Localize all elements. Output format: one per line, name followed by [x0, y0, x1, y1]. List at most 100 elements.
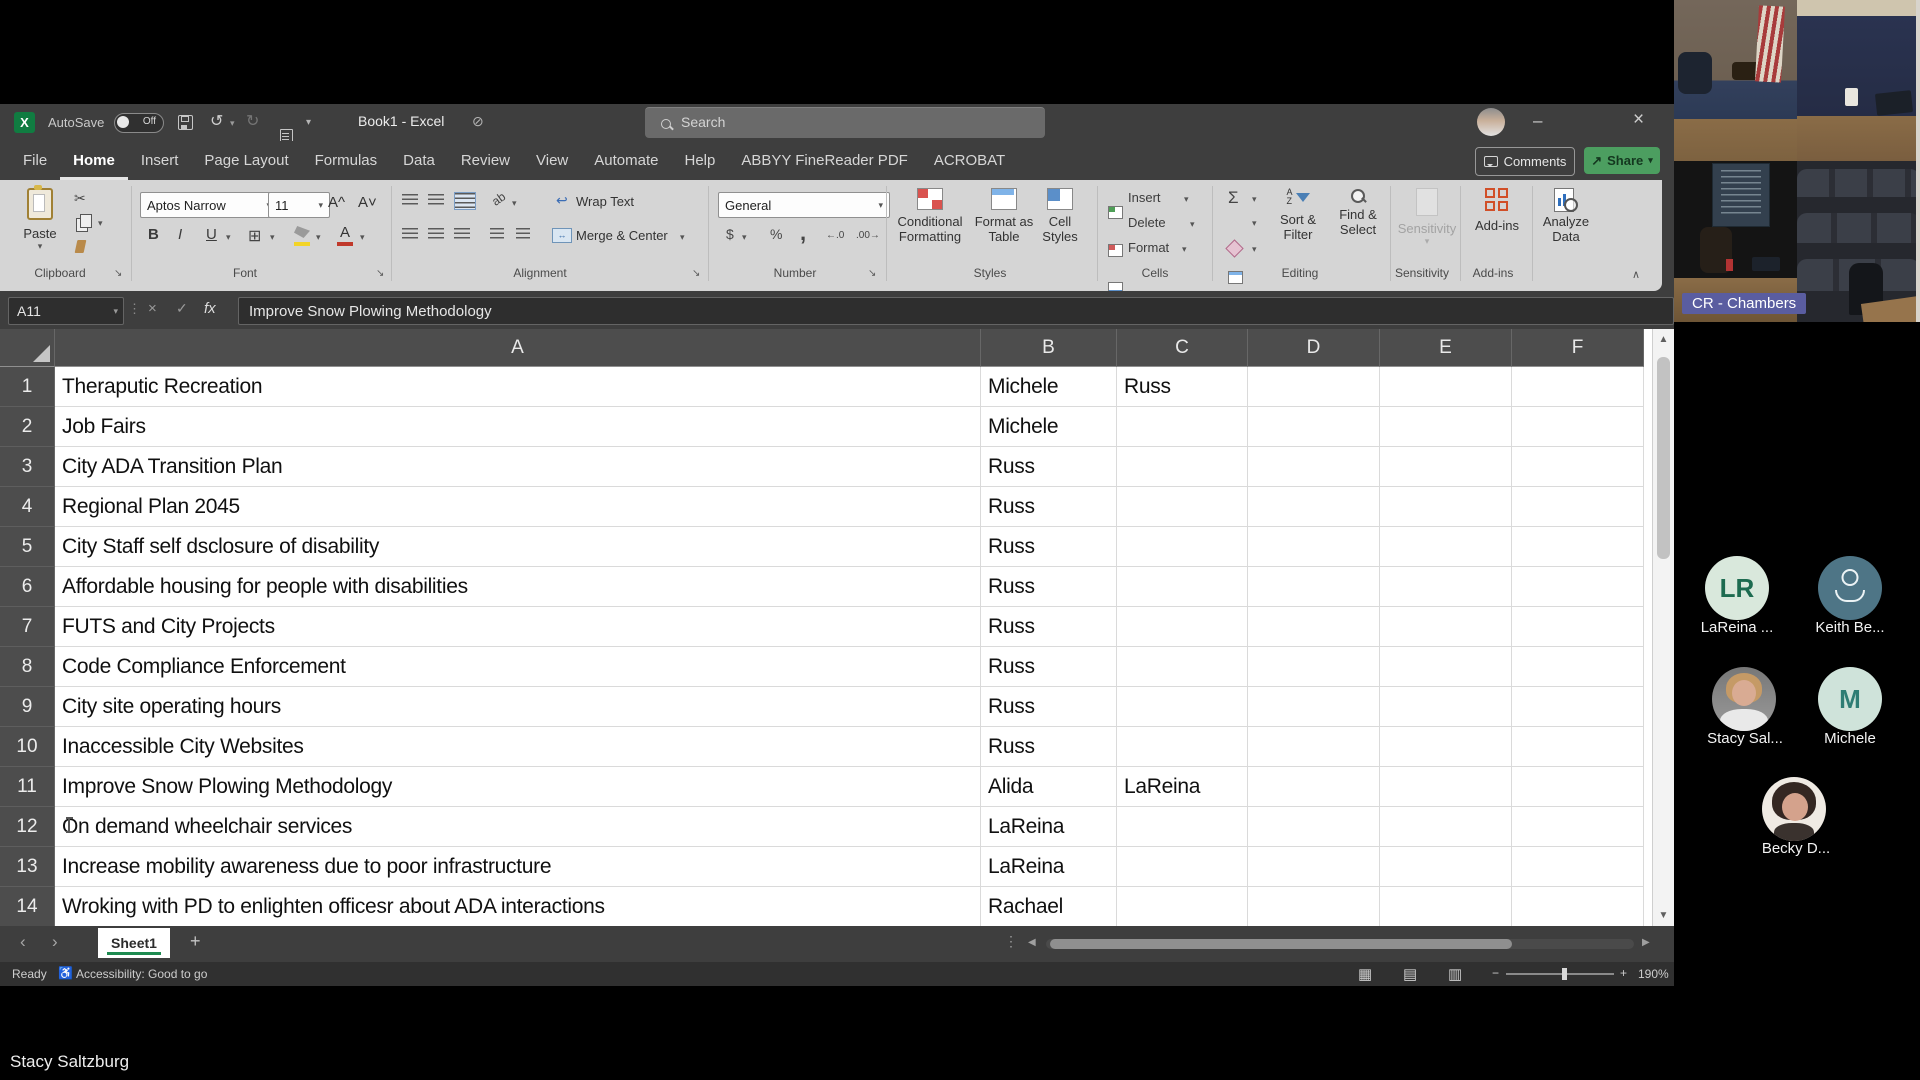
autosave-toggle[interactable]: Off: [114, 113, 164, 133]
font-color-icon[interactable]: A: [340, 224, 350, 241]
account-avatar[interactable]: [1477, 108, 1505, 136]
cell-c10[interactable]: [1117, 727, 1248, 767]
prev-sheet-icon[interactable]: ‹: [20, 932, 26, 952]
cell-d8[interactable]: [1248, 647, 1380, 687]
cell-f1[interactable]: [1512, 367, 1644, 407]
cell-c7[interactable]: [1117, 607, 1248, 647]
vertical-scrollbar[interactable]: ▲ ▼: [1652, 329, 1674, 926]
undo-icon[interactable]: ↺: [210, 111, 223, 131]
search-box[interactable]: Search: [645, 107, 1045, 138]
cell-f13[interactable]: [1512, 847, 1644, 887]
horizontal-scroll-thumb[interactable]: [1050, 939, 1512, 949]
column-header-a[interactable]: A: [55, 329, 981, 367]
fill-icon[interactable]: [1228, 271, 1243, 284]
align-middle-icon[interactable]: [428, 194, 444, 206]
cell-f11[interactable]: [1512, 767, 1644, 807]
tab-view[interactable]: View: [523, 141, 581, 180]
autosum-chevron-icon[interactable]: ▾: [1252, 194, 1257, 205]
cell-c3[interactable]: [1117, 447, 1248, 487]
copy-chevron-icon[interactable]: ▾: [98, 218, 103, 229]
row-header[interactable]: 11: [0, 767, 55, 807]
cell-a6[interactable]: Affordable housing for people with disab…: [55, 567, 981, 607]
cell-c6[interactable]: [1117, 567, 1248, 607]
zoom-in-icon[interactable]: +: [1620, 966, 1627, 980]
cell-e1[interactable]: [1380, 367, 1512, 407]
font-color-chevron-icon[interactable]: ▾: [360, 232, 365, 243]
cell-d5[interactable]: [1248, 527, 1380, 567]
cell-a7[interactable]: FUTS and City Projects: [55, 607, 981, 647]
number-dialog-launcher[interactable]: ↘: [868, 268, 876, 279]
cell-d10[interactable]: [1248, 727, 1380, 767]
page-layout-view-icon[interactable]: ▤: [1403, 965, 1417, 983]
cell-e12[interactable]: [1380, 807, 1512, 847]
italic-button[interactable]: I: [178, 226, 182, 243]
minimize-icon[interactable]: –: [1533, 111, 1542, 131]
row-header[interactable]: 12: [0, 807, 55, 847]
zoom-slider-track[interactable]: [1506, 973, 1614, 975]
cell-d6[interactable]: [1248, 567, 1380, 607]
cell-b4[interactable]: Russ: [981, 487, 1117, 527]
cell-e14[interactable]: [1380, 887, 1512, 926]
comma-style-icon[interactable]: ,: [800, 220, 806, 246]
grow-font-icon[interactable]: A^: [328, 194, 345, 211]
cell-c9[interactable]: [1117, 687, 1248, 727]
percent-icon[interactable]: %: [770, 226, 782, 242]
merge-chevron-icon[interactable]: ▾: [680, 232, 685, 243]
alignment-dialog-launcher[interactable]: ↘: [692, 268, 700, 279]
number-format-select[interactable]: General▾: [718, 192, 890, 218]
cell-a5[interactable]: City Staff self dsclosure of disability: [55, 527, 981, 567]
zoom-slider-thumb[interactable]: [1562, 968, 1567, 980]
cell-b13[interactable]: LaReina: [981, 847, 1117, 887]
row-header[interactable]: 10: [0, 727, 55, 767]
enter-entry-icon[interactable]: ✓: [176, 300, 188, 317]
cell-a2[interactable]: Job Fairs: [55, 407, 981, 447]
orientation-icon[interactable]: ab: [489, 189, 508, 208]
cell-b8[interactable]: Russ: [981, 647, 1117, 687]
cell-a11-active[interactable]: Improve Snow Plowing Methodology: [55, 767, 981, 807]
cell-c1[interactable]: Russ: [1117, 367, 1248, 407]
align-left-icon[interactable]: [402, 228, 418, 240]
cancel-entry-icon[interactable]: ×: [148, 300, 157, 317]
column-header-b[interactable]: B: [981, 329, 1117, 367]
column-header-d[interactable]: D: [1248, 329, 1380, 367]
participant-tile-lareina[interactable]: LR: [1705, 556, 1769, 620]
row-header[interactable]: 2: [0, 407, 55, 447]
insert-chevron-icon[interactable]: ▾: [1184, 194, 1189, 205]
hscroll-left-icon[interactable]: ◀: [1028, 937, 1036, 948]
cell-c11[interactable]: LaReina: [1117, 767, 1248, 807]
row-header[interactable]: 14: [0, 887, 55, 926]
cell-styles-button[interactable]: Cell Styles: [1028, 188, 1092, 244]
align-bottom-icon[interactable]: [454, 192, 476, 210]
cell-a12[interactable]: On demand wheelchair services: [55, 807, 981, 847]
fill-chevron-icon[interactable]: ▾: [1252, 218, 1257, 229]
cell-d13[interactable]: [1248, 847, 1380, 887]
addins-button[interactable]: Add-ins: [1468, 188, 1526, 233]
cell-b14[interactable]: Rachael: [981, 887, 1117, 926]
cell-e3[interactable]: [1380, 447, 1512, 487]
increase-indent-icon[interactable]: [516, 228, 530, 240]
align-center-icon[interactable]: [428, 228, 444, 240]
clear-icon[interactable]: [1225, 239, 1243, 257]
currency-icon[interactable]: $: [726, 226, 734, 242]
bold-button[interactable]: B: [148, 226, 159, 243]
borders-icon[interactable]: ⊞: [248, 226, 261, 246]
cell-c13[interactable]: [1117, 847, 1248, 887]
analyze-data-button[interactable]: Analyze Data: [1536, 188, 1596, 244]
next-sheet-icon[interactable]: ›: [52, 932, 58, 952]
cell-e7[interactable]: [1380, 607, 1512, 647]
column-header-e[interactable]: E: [1380, 329, 1512, 367]
cut-icon[interactable]: ✂: [74, 190, 86, 207]
tab-automate[interactable]: Automate: [581, 141, 671, 180]
select-all-corner[interactable]: [0, 329, 55, 367]
cell-d14[interactable]: [1248, 887, 1380, 926]
format-cells-button[interactable]: Format: [1128, 240, 1169, 255]
autosum-icon[interactable]: Σ: [1228, 188, 1239, 208]
tab-help[interactable]: Help: [671, 141, 728, 180]
underline-chevron-icon[interactable]: ▾: [226, 232, 231, 243]
wrap-text-button[interactable]: Wrap Text: [576, 194, 634, 209]
cell-a13[interactable]: Increase mobility awareness due to poor …: [55, 847, 981, 887]
row-header[interactable]: 13: [0, 847, 55, 887]
align-right-icon[interactable]: [454, 228, 470, 240]
align-top-icon[interactable]: [402, 194, 418, 206]
cell-f2[interactable]: [1512, 407, 1644, 447]
